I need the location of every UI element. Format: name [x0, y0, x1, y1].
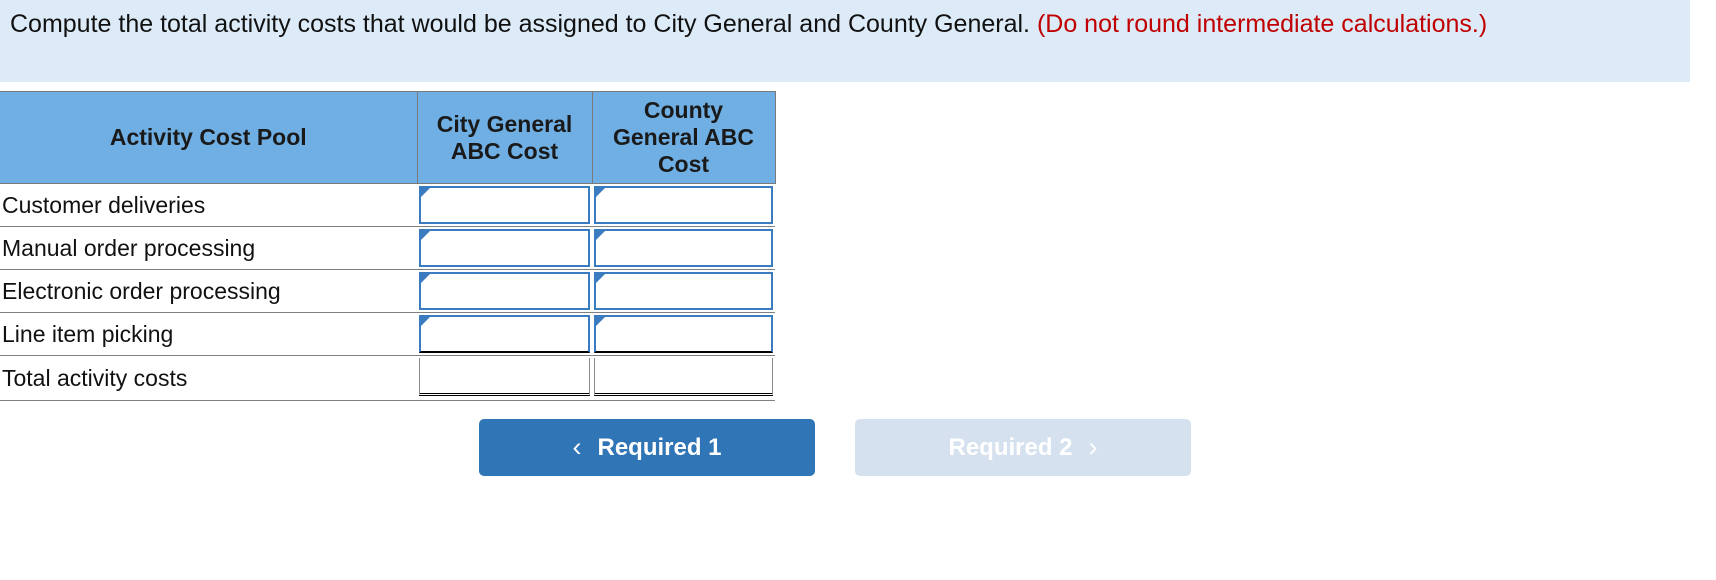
input-marker-triangle-icon	[596, 231, 605, 249]
cell-city-total-activity-costs	[417, 355, 592, 401]
question-note-text: (Do not round intermediate calculations.…	[1036, 10, 1488, 38]
activity-cost-table: Activity Cost Pool City General ABC Cost…	[0, 91, 776, 401]
row-label-electronic-order-processing: Electronic order processing	[0, 269, 417, 313]
question-main-text: Compute the total activity costs that wo…	[10, 10, 1030, 38]
column-header-activity-cost-pool: Activity Cost Pool	[0, 91, 418, 184]
input-county-customer-deliveries[interactable]	[596, 188, 771, 222]
cell-county-manual-order-processing	[592, 226, 775, 270]
requirement-navigation: ‹ Required 1 Required 2 ›	[0, 419, 1716, 476]
table-row: Line item picking	[0, 312, 775, 356]
cell-city-customer-deliveries	[417, 183, 592, 227]
chevron-right-icon: ›	[1088, 432, 1098, 462]
input-county-total-activity-costs[interactable]	[595, 358, 772, 393]
table-row-total: Total activity costs	[0, 355, 775, 401]
input-city-total-activity-costs[interactable]	[420, 358, 589, 393]
cell-county-line-item-picking	[592, 312, 775, 356]
input-marker-triangle-icon	[421, 188, 430, 206]
table-row: Manual order processing	[0, 226, 775, 270]
input-marker-triangle-icon	[596, 188, 605, 206]
chevron-left-icon: ‹	[572, 432, 582, 462]
table-header-row: Activity Cost Pool City General ABC Cost…	[0, 91, 776, 184]
cell-city-electronic-order-processing	[417, 269, 592, 313]
input-wrapper-city-electronic-order-processing[interactable]	[419, 272, 590, 310]
input-marker-triangle-icon	[421, 274, 430, 292]
cell-county-total-activity-costs	[592, 355, 775, 401]
input-wrapper-city-manual-order-processing[interactable]	[419, 229, 590, 267]
input-county-manual-order-processing[interactable]	[596, 231, 771, 265]
row-label-line-item-picking: Line item picking	[0, 312, 417, 356]
cell-city-manual-order-processing	[417, 226, 592, 270]
input-county-line-item-picking[interactable]	[596, 317, 771, 351]
input-marker-triangle-icon	[421, 317, 430, 335]
row-label-total-activity-costs: Total activity costs	[0, 355, 417, 401]
required-1-label: Required 1	[597, 433, 722, 461]
row-label-customer-deliveries: Customer deliveries	[0, 183, 417, 227]
column-header-city-general-abc-cost: City General ABC Cost	[416, 91, 593, 184]
input-marker-triangle-icon	[596, 317, 605, 335]
row-label-manual-order-processing: Manual order processing	[0, 226, 417, 270]
input-wrapper-county-manual-order-processing[interactable]	[594, 229, 773, 267]
input-city-electronic-order-processing[interactable]	[421, 274, 588, 308]
required-2-button[interactable]: Required 2 ›	[855, 419, 1191, 476]
input-wrapper-county-customer-deliveries[interactable]	[594, 186, 773, 224]
input-county-electronic-order-processing[interactable]	[596, 274, 771, 308]
input-city-customer-deliveries[interactable]	[421, 188, 588, 222]
table-body: Customer deliveries Manual order process…	[0, 183, 775, 401]
input-wrapper-city-line-item-picking[interactable]	[419, 315, 590, 353]
input-marker-triangle-icon	[421, 231, 430, 249]
input-city-manual-order-processing[interactable]	[421, 231, 588, 265]
required-2-label: Required 2	[948, 433, 1073, 461]
input-city-line-item-picking[interactable]	[421, 317, 588, 351]
input-marker-triangle-icon	[596, 274, 605, 292]
column-header-county-general-abc-cost: County General ABC Cost	[591, 91, 776, 184]
total-wrapper-city[interactable]	[419, 358, 590, 396]
input-wrapper-city-customer-deliveries[interactable]	[419, 186, 590, 224]
table-header: Activity Cost Pool City General ABC Cost…	[0, 91, 776, 184]
cell-county-electronic-order-processing	[592, 269, 775, 313]
table-row: Electronic order processing	[0, 269, 775, 313]
table-row: Customer deliveries	[0, 183, 775, 227]
cell-city-line-item-picking	[417, 312, 592, 356]
input-wrapper-county-electronic-order-processing[interactable]	[594, 272, 773, 310]
question-banner: Compute the total activity costs that wo…	[0, 0, 1690, 82]
cell-county-customer-deliveries	[592, 183, 775, 227]
worksheet-container: Activity Cost Pool City General ABC Cost…	[0, 91, 1716, 401]
input-wrapper-county-line-item-picking[interactable]	[594, 315, 773, 353]
required-1-button[interactable]: ‹ Required 1	[479, 419, 815, 476]
total-wrapper-county[interactable]	[594, 358, 773, 396]
